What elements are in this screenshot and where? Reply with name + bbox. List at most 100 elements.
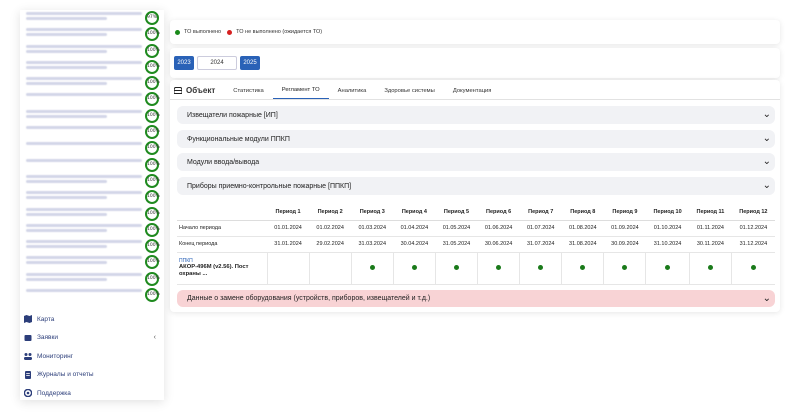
nav-item-requests[interactable]: Заявки ‹ xyxy=(20,329,164,348)
tab-object-label: Объект xyxy=(186,86,216,95)
main-content: ТО выполнено ТО не выполнено (ожидается … xyxy=(170,10,780,312)
table-row-start: Начало периода 01.01.2024 01.02.2024 01.03… xyxy=(177,220,775,237)
period-start-cell: 01.12.2024 xyxy=(731,220,775,237)
status-done-dot-icon xyxy=(538,264,544,270)
period-end-cell: 31.12.2024 xyxy=(731,236,775,253)
object-list-item[interactable]: 100% xyxy=(20,26,164,42)
nav-item-support[interactable]: Поддержка xyxy=(20,384,164,400)
status-cell[interactable] xyxy=(561,252,604,285)
tab-object[interactable]: Объект xyxy=(174,86,224,99)
object-list-item[interactable]: 100% xyxy=(20,254,164,270)
tab-analytics[interactable]: Аналитика xyxy=(329,88,376,99)
sidebar: 97% 100% 100% 100% 100% 100% 100% 100% 100% 100% 1… xyxy=(20,10,164,400)
object-list-item[interactable]: 100% xyxy=(20,271,164,287)
status-cell[interactable] xyxy=(645,252,690,285)
legend-not-done-label: ТО не выполнено (ожидается ТО) xyxy=(236,29,323,35)
period-end-cell: 31.10.2024 xyxy=(645,236,690,253)
completion-badge: 100% xyxy=(145,108,160,123)
status-cell[interactable] xyxy=(350,252,394,285)
nav-label-monitoring: Мониторинг xyxy=(37,352,74,360)
status-cell[interactable] xyxy=(519,252,562,285)
tab-documentation[interactable]: Документация xyxy=(444,88,501,99)
completion-badge: 100% xyxy=(145,271,160,286)
object-list-item[interactable]: 100% xyxy=(20,108,164,124)
object-list-item[interactable]: 100% xyxy=(20,222,164,238)
status-cell[interactable] xyxy=(392,252,436,285)
accordion-control-panels[interactable]: Приборы приемно-контрольные пожарные [ПП… xyxy=(177,177,775,195)
chevron-down-icon: ⌄ xyxy=(762,293,771,304)
object-list-item[interactable]: 100% xyxy=(20,43,164,59)
completion-badge: 100% xyxy=(145,141,160,156)
completion-badge: 100% xyxy=(145,92,160,107)
chevron-left-icon[interactable]: ‹ xyxy=(154,334,156,341)
accordion-detectors[interactable]: Извещатели пожарные [ИП] ⌄ xyxy=(177,106,775,124)
tab-regulation[interactable]: Регламент ТО xyxy=(272,87,329,99)
period-start-cell: 01.08.2024 xyxy=(561,220,604,237)
object-list-item[interactable]: 100% xyxy=(20,238,164,254)
accordion-io-modules[interactable]: Модули ввода/вывода ⌄ xyxy=(177,153,775,171)
object-list-item[interactable]: 100% xyxy=(20,287,164,303)
status-done-dot-icon xyxy=(496,264,502,270)
period-header: Период 2 xyxy=(309,204,352,221)
completion-badge: 100% xyxy=(145,239,160,254)
period-table: Период 1 Период 2 Период 3 Период 4 Период 5… xyxy=(177,204,775,285)
object-list-item[interactable]: 97% xyxy=(20,10,164,26)
object-name-blurred xyxy=(26,77,142,87)
legend-done: ТО выполнено xyxy=(175,29,221,35)
accordion-equipment-replacement[interactable]: Данные о замене оборудования (устройств,… xyxy=(177,290,775,307)
chevron-down-icon: ⌄ xyxy=(762,133,771,144)
object-name-blurred xyxy=(26,12,142,22)
chevron-down-icon: ⌄ xyxy=(762,156,771,167)
status-cell[interactable] xyxy=(434,252,478,285)
tab-statistics[interactable]: Статистика xyxy=(224,88,272,99)
status-cell[interactable] xyxy=(731,252,775,285)
object-name-blurred xyxy=(26,207,142,218)
object-name-blurred xyxy=(26,60,142,71)
object-list-item[interactable]: 100% xyxy=(20,189,164,205)
period-end-cell: 31.03.2024 xyxy=(351,236,394,253)
nav-item-journals[interactable]: Журналы и отчеты xyxy=(20,366,164,385)
completion-badge: 100% xyxy=(145,125,160,140)
completion-badge: 100% xyxy=(145,76,160,91)
tab-system-health[interactable]: Здоровье системы xyxy=(375,88,444,99)
table-row-end: Конец периода 31.01.2024 29.02.2024 31.03.… xyxy=(177,236,775,253)
object-list-item[interactable]: 100% xyxy=(20,124,164,140)
object-list-item[interactable]: 100% xyxy=(20,206,164,222)
object-name-blurred xyxy=(26,240,142,250)
period-start-cell: 01.09.2024 xyxy=(603,220,646,237)
not-done-dot-icon xyxy=(227,29,233,35)
legend-not-done: ТО не выполнено (ожидается ТО) xyxy=(227,29,322,35)
object-list-item[interactable]: 100% xyxy=(20,157,164,173)
nav-label-journals: Журналы и отчеты xyxy=(37,371,94,379)
map-icon xyxy=(24,315,32,324)
legend-done-label: ТО выполнено xyxy=(184,29,222,35)
object-list-item[interactable]: 100% xyxy=(20,173,164,189)
year-button-2025[interactable]: 2025 xyxy=(240,56,260,70)
nav-item-monitoring[interactable]: Мониторинг xyxy=(20,347,164,366)
period-start-cell: 01.02.2024 xyxy=(309,220,352,237)
accordion-modules[interactable]: Функциональные модули ППКП ⌄ xyxy=(177,130,775,148)
status-cell[interactable] xyxy=(688,252,732,285)
period-start-cell: 01.04.2024 xyxy=(393,220,436,237)
status-cell[interactable] xyxy=(308,252,352,285)
object-list-item[interactable]: 100% xyxy=(20,140,164,156)
status-cell[interactable] xyxy=(266,252,310,285)
object-list-item[interactable]: 100% xyxy=(20,59,164,75)
status-cell[interactable] xyxy=(477,252,520,285)
status-done-dot-icon xyxy=(411,264,417,270)
object-list-item[interactable]: 100% xyxy=(20,75,164,91)
completion-badge: 100% xyxy=(145,43,160,58)
status-cell[interactable] xyxy=(603,252,646,285)
period-end-cell: 30.06.2024 xyxy=(477,236,520,253)
chevron-down-icon: ⌄ xyxy=(762,109,771,120)
object-name-blurred xyxy=(26,126,142,131)
object-list-item[interactable]: 100% xyxy=(20,91,164,107)
table-row-device: ППКП АКОР-496М (v2.56). Пост охраны ... xyxy=(177,252,775,285)
period-start-cell: 01.06.2024 xyxy=(477,220,520,237)
object-name-blurred xyxy=(26,191,142,201)
year-button-2024[interactable]: 2024 xyxy=(197,56,237,70)
object-name-blurred xyxy=(26,44,142,55)
year-button-2023[interactable]: 2023 xyxy=(174,56,194,70)
device-cell[interactable]: ППКП АКОР-496М (v2.56). Пост охраны ... xyxy=(177,252,267,285)
nav-item-map[interactable]: Карта xyxy=(20,310,164,329)
